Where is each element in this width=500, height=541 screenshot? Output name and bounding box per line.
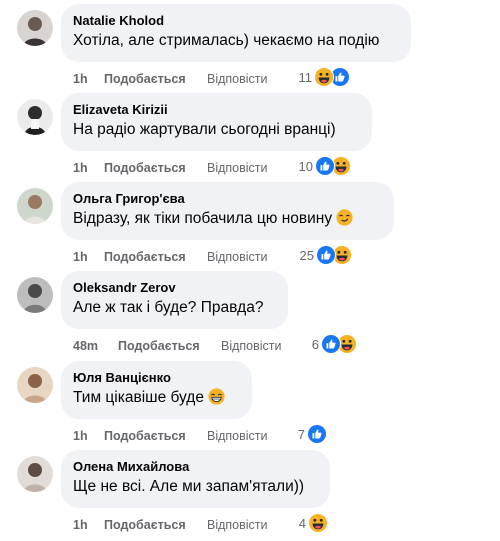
comment: Oleksandr Zerov Але ж так і буде? Правда… <box>0 271 500 359</box>
comment-time[interactable]: 1h <box>73 70 88 88</box>
avatar[interactable] <box>17 277 53 313</box>
reaction-count: 10 <box>298 159 313 174</box>
comment: Ольга Григор'єва Відразу, як тіки побачи… <box>0 182 500 270</box>
comment-text-content: Тим цікавіше буде <box>73 389 204 406</box>
comment-text-content: Відразу, як тіки побачила цю новину <box>73 210 333 227</box>
like-action[interactable]: Подобається <box>104 159 186 177</box>
comment-bubble: Natalie Kholod Хотіла, але стрималась) ч… <box>61 4 411 62</box>
comment-bubble: Олена Михайлова Ще не всі. Але ми запам'… <box>61 450 330 508</box>
reaction-count: 11 <box>298 70 313 85</box>
reaction-count: 7 <box>297 427 305 442</box>
comment-author[interactable]: Oleksandr Zerov <box>73 280 276 296</box>
comment: Олена Михайлова Ще не всі. Але ми запам'… <box>0 450 500 538</box>
like-icon <box>316 245 336 265</box>
comment-time[interactable]: 1h <box>73 516 88 534</box>
reaction-count: 25 <box>299 248 314 263</box>
comment: Юля Ванцієнко Тим цікавіше буде 1h Подоб… <box>0 361 500 449</box>
comment-bubble: Ольга Григор'єва Відразу, як тіки побачи… <box>61 182 394 240</box>
comment-text: Але ж так і буде? Правда? <box>73 299 264 316</box>
like-action[interactable]: Подобається <box>104 70 186 88</box>
like-icon <box>315 156 335 176</box>
reply-action[interactable]: Відповісти <box>207 427 268 445</box>
comment-author[interactable]: Олена Михайлова <box>73 459 318 475</box>
comment-author[interactable]: Elizaveta Kirizii <box>73 102 360 118</box>
avatar[interactable] <box>17 456 53 492</box>
comment: Elizaveta Kirizii На радіо жартували сьо… <box>0 93 500 181</box>
comment-bubble: Elizaveta Kirizii На радіо жартували сьо… <box>61 93 372 151</box>
reply-action[interactable]: Відповісти <box>207 516 268 534</box>
haha-icon <box>308 513 328 533</box>
avatar[interactable] <box>17 10 53 46</box>
reply-action[interactable]: Відповісти <box>207 70 268 88</box>
grin-emoji <box>208 388 225 412</box>
comment-text: Відразу, як тіки побачила цю новину <box>73 208 382 233</box>
reply-action[interactable]: Відповісти <box>207 248 268 266</box>
comment-author[interactable]: Ольга Григор'єва <box>73 191 382 207</box>
reaction-count: 4 <box>298 516 306 531</box>
like-action[interactable]: Подобається <box>104 248 186 266</box>
avatar[interactable] <box>17 99 53 135</box>
comment-text: Хотіла, але стрималась) чекаємо на подію <box>73 32 380 49</box>
reply-action[interactable]: Відповісти <box>207 159 268 177</box>
like-action[interactable]: Подобається <box>118 337 200 355</box>
like-icon <box>321 334 341 354</box>
haha-icon <box>314 67 334 87</box>
smirk-emoji <box>336 209 353 233</box>
like-action[interactable]: Подобається <box>104 427 186 445</box>
comment-time[interactable]: 1h <box>73 427 88 445</box>
comment: Natalie Kholod Хотіла, але стрималась) ч… <box>0 4 500 92</box>
comment-bubble: Oleksandr Zerov Але ж так і буде? Правда… <box>61 271 288 329</box>
comment-bubble: Юля Ванцієнко Тим цікавіше буде <box>61 361 252 419</box>
reaction-count: 6 <box>311 337 319 352</box>
comment-time[interactable]: 48m <box>73 337 98 355</box>
like-action[interactable]: Подобається <box>104 516 186 534</box>
like-icon <box>307 424 327 444</box>
comment-time[interactable]: 1h <box>73 159 88 177</box>
comment-time[interactable]: 1h <box>73 248 88 266</box>
comment-author[interactable]: Natalie Kholod <box>73 13 399 29</box>
reply-action[interactable]: Відповісти <box>221 337 282 355</box>
comment-text: На радіо жартували сьогодні вранці) <box>73 121 336 138</box>
comment-text: Ще не всі. Але ми запам'ятали)) <box>73 478 305 495</box>
comment-author[interactable]: Юля Ванцієнко <box>73 370 240 386</box>
avatar[interactable] <box>17 188 53 224</box>
comment-text: Тим цікавіше буде <box>73 387 240 412</box>
avatar[interactable] <box>17 367 53 403</box>
